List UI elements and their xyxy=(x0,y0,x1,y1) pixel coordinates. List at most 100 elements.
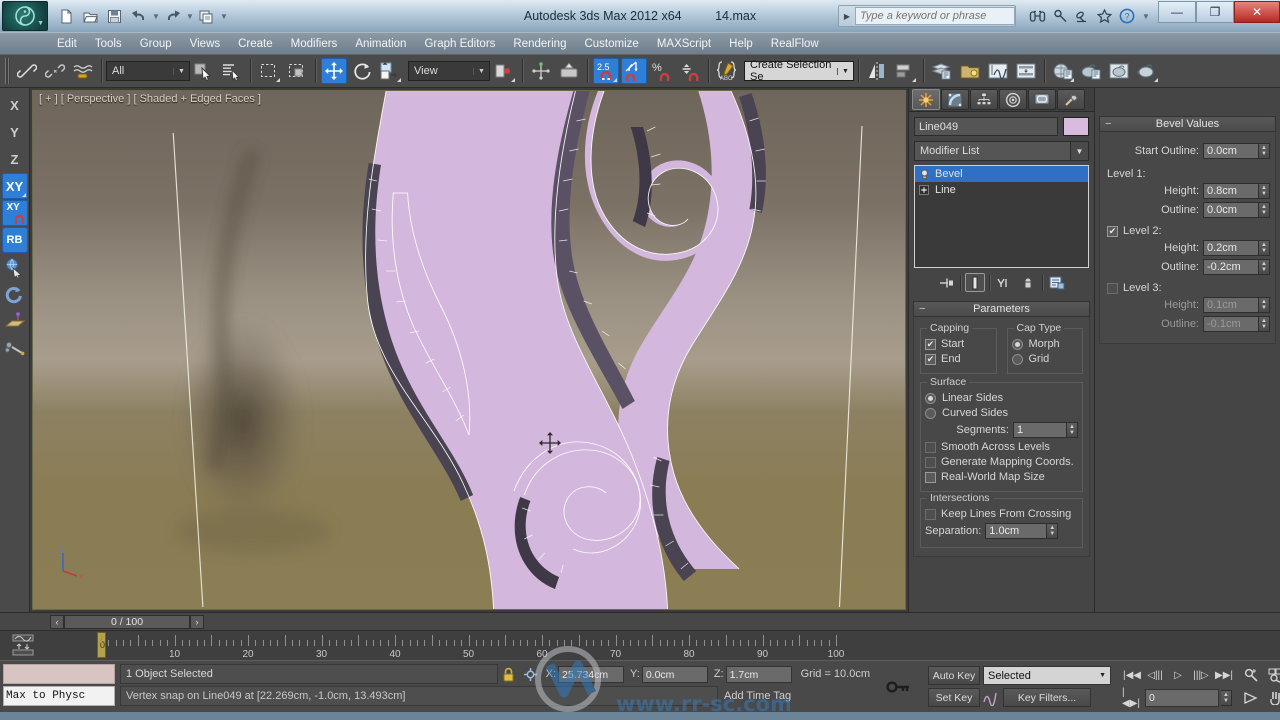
level3-label-row[interactable]: Level 3: xyxy=(1107,282,1270,294)
select-and-scale-button[interactable] xyxy=(377,58,403,84)
communication-center-icon[interactable] xyxy=(1075,9,1090,23)
save-file-button[interactable] xyxy=(104,6,125,27)
level1-outline-spinner[interactable]: 0.0cm ▲ ▼ xyxy=(1203,202,1270,218)
segments-value[interactable]: 1 xyxy=(1013,422,1067,438)
angle-snap-toggle-button[interactable] xyxy=(621,58,647,84)
level3-height-spinner-arrows[interactable]: ▲ ▼ xyxy=(1259,297,1270,313)
level2-height-spinner[interactable]: 0.2cm ▲ ▼ xyxy=(1203,240,1270,256)
linear-sides-row[interactable]: Linear Sides xyxy=(925,392,1078,404)
x-coordinate-field[interactable]: 25.734cm xyxy=(558,665,625,683)
z-coordinate-field[interactable]: 1.7cm xyxy=(725,665,792,683)
capping-end-checkbox[interactable]: ✔ xyxy=(925,353,936,365)
generate-mapping-coords-checkbox[interactable] xyxy=(925,456,936,468)
level1-height-value[interactable]: 0.8cm xyxy=(1203,183,1259,199)
select-object-button[interactable] xyxy=(191,58,217,84)
object-name-field[interactable]: Line049 xyxy=(914,117,1058,136)
modifier-stack[interactable]: Bevel Line xyxy=(914,165,1089,268)
redo-dropdown-arrow[interactable]: ▼ xyxy=(186,12,194,21)
unlink-selection-button[interactable] xyxy=(42,58,68,84)
subscription-center-icon[interactable] xyxy=(1053,9,1068,23)
new-file-button[interactable] xyxy=(56,6,77,27)
select-and-rotate-button[interactable] xyxy=(349,58,375,84)
window-crossing-button[interactable] xyxy=(284,58,310,84)
previous-frame-arrow[interactable]: ‹ xyxy=(50,614,64,629)
expand-plus-icon[interactable] xyxy=(918,184,930,196)
level1-outline-spinner-arrows[interactable]: ▲ ▼ xyxy=(1259,202,1270,218)
level3-height-value[interactable]: 0.1cm xyxy=(1203,297,1259,313)
separation-spinner-arrows[interactable]: ▲ ▼ xyxy=(1047,523,1059,539)
create-tab[interactable] xyxy=(912,89,940,110)
application-menu-button[interactable]: ▼ xyxy=(2,1,48,31)
cap-type-grid-radio[interactable] xyxy=(1011,353,1023,365)
open-mini-curve-editor-button[interactable] xyxy=(0,630,46,660)
mirror-button[interactable] xyxy=(864,58,890,84)
auto-grid-button[interactable] xyxy=(2,308,28,334)
key-mode-toggle[interactable] xyxy=(880,679,918,695)
level1-height-spinner[interactable]: 0.8cm ▲ ▼ xyxy=(1203,183,1270,199)
capping-end-row[interactable]: ✔ End xyxy=(925,353,992,365)
search-input[interactable] xyxy=(855,7,1015,25)
keep-lines-row[interactable]: Keep Lines From Crossing xyxy=(925,508,1078,520)
previous-frame-button[interactable]: ◁||| xyxy=(1144,666,1166,686)
modifier-stack-item-bevel[interactable]: Bevel xyxy=(915,166,1088,182)
make-unique-button[interactable] xyxy=(994,273,1014,292)
key-filters-button[interactable]: Key Filters... xyxy=(1003,688,1091,707)
current-frame-field[interactable]: 0 / 100 xyxy=(64,614,190,629)
axis-constraint-z-button[interactable]: Z xyxy=(2,146,28,172)
toggle-scene-explorer-button[interactable] xyxy=(957,58,983,84)
menu-item-graph-editors[interactable]: Graph Editors xyxy=(415,33,504,55)
keep-lines-checkbox[interactable] xyxy=(925,508,936,520)
percent-snap-toggle-button[interactable]: % xyxy=(649,58,675,84)
start-outline-spinner[interactable]: 0.0cm ▲ ▼ xyxy=(1203,143,1270,159)
generate-mapping-coords-row[interactable]: Generate Mapping Coords. xyxy=(925,456,1078,468)
qat-more-arrow[interactable]: ▼ xyxy=(220,12,228,21)
start-outline-value[interactable]: 0.0cm xyxy=(1203,143,1259,159)
key-mode-toggle-button[interactable]: |◀▶| xyxy=(1121,687,1143,709)
level2-outline-spinner[interactable]: -0.2cm ▲ ▼ xyxy=(1203,259,1270,275)
level3-outline-spinner[interactable]: -0.1cm ▲ ▼ xyxy=(1203,316,1270,332)
menu-item-views[interactable]: Views xyxy=(181,33,229,55)
utilities-tab[interactable] xyxy=(1057,89,1085,110)
bevel-values-rollout-header[interactable]: − Bevel Values xyxy=(1099,116,1276,132)
configure-modifier-sets-button[interactable] xyxy=(1047,273,1067,292)
reference-coordinate-rb-button[interactable]: RB xyxy=(1,227,28,253)
smooth-across-levels-row[interactable]: Smooth Across Levels xyxy=(925,441,1078,453)
menu-item-animation[interactable]: Animation xyxy=(346,33,415,55)
close-button[interactable]: ✕ xyxy=(1234,1,1280,23)
menu-item-modifiers[interactable]: Modifiers xyxy=(282,33,347,55)
selection-lock-toggle[interactable] xyxy=(498,667,520,682)
level3-outline-value[interactable]: -0.1cm xyxy=(1203,316,1259,332)
axis-constraint-y-button[interactable]: Y xyxy=(2,119,28,145)
level2-outline-value[interactable]: -0.2cm xyxy=(1203,259,1259,275)
hierarchy-tab[interactable] xyxy=(970,89,998,110)
level1-outline-value[interactable]: 0.0cm xyxy=(1203,202,1259,218)
set-project-folder-button[interactable] xyxy=(196,6,217,27)
parameters-rollout-header[interactable]: − Parameters xyxy=(913,301,1090,317)
axis-constraint-x-button[interactable]: X xyxy=(2,92,28,118)
level2-label-row[interactable]: ✔ Level 2: xyxy=(1107,225,1270,237)
undo-dropdown-arrow[interactable]: ▼ xyxy=(152,12,160,21)
select-by-name-button[interactable] xyxy=(219,58,245,84)
capping-start-checkbox[interactable]: ✔ xyxy=(925,338,936,350)
zoom-all-button[interactable] xyxy=(1265,666,1280,686)
object-paint-button[interactable] xyxy=(2,335,28,361)
cap-type-morph-radio[interactable] xyxy=(1011,338,1023,350)
use-center-flyout-button[interactable] xyxy=(491,58,517,84)
separation-spinner[interactable]: 1.0cm ▲ ▼ xyxy=(985,523,1059,539)
cap-type-grid-row[interactable]: Grid xyxy=(1011,353,1079,365)
named-selection-set-combo[interactable]: Create Selection Se ▼ xyxy=(744,59,854,83)
modifier-stack-item-line[interactable]: Line xyxy=(915,182,1088,198)
add-time-tag-button[interactable]: Add Time Tag xyxy=(724,690,870,702)
play-animation-button[interactable]: ▷ xyxy=(1167,666,1189,686)
help-icon[interactable]: ? xyxy=(1119,8,1135,24)
pan-view-button[interactable] xyxy=(1265,688,1280,708)
level2-outline-spinner-arrows[interactable]: ▲ ▼ xyxy=(1259,259,1270,275)
object-color-swatch[interactable] xyxy=(1063,117,1089,136)
keyboard-shortcut-override-button[interactable] xyxy=(556,58,582,84)
rendered-frame-window-button[interactable] xyxy=(1106,58,1132,84)
current-frame-spinner[interactable]: ▲ ▼ xyxy=(1221,689,1232,706)
menu-item-customize[interactable]: Customize xyxy=(575,33,647,55)
zoom-button[interactable] xyxy=(1240,666,1262,686)
menu-item-realflow[interactable]: RealFlow xyxy=(762,33,828,55)
curve-editor-button[interactable] xyxy=(985,58,1011,84)
